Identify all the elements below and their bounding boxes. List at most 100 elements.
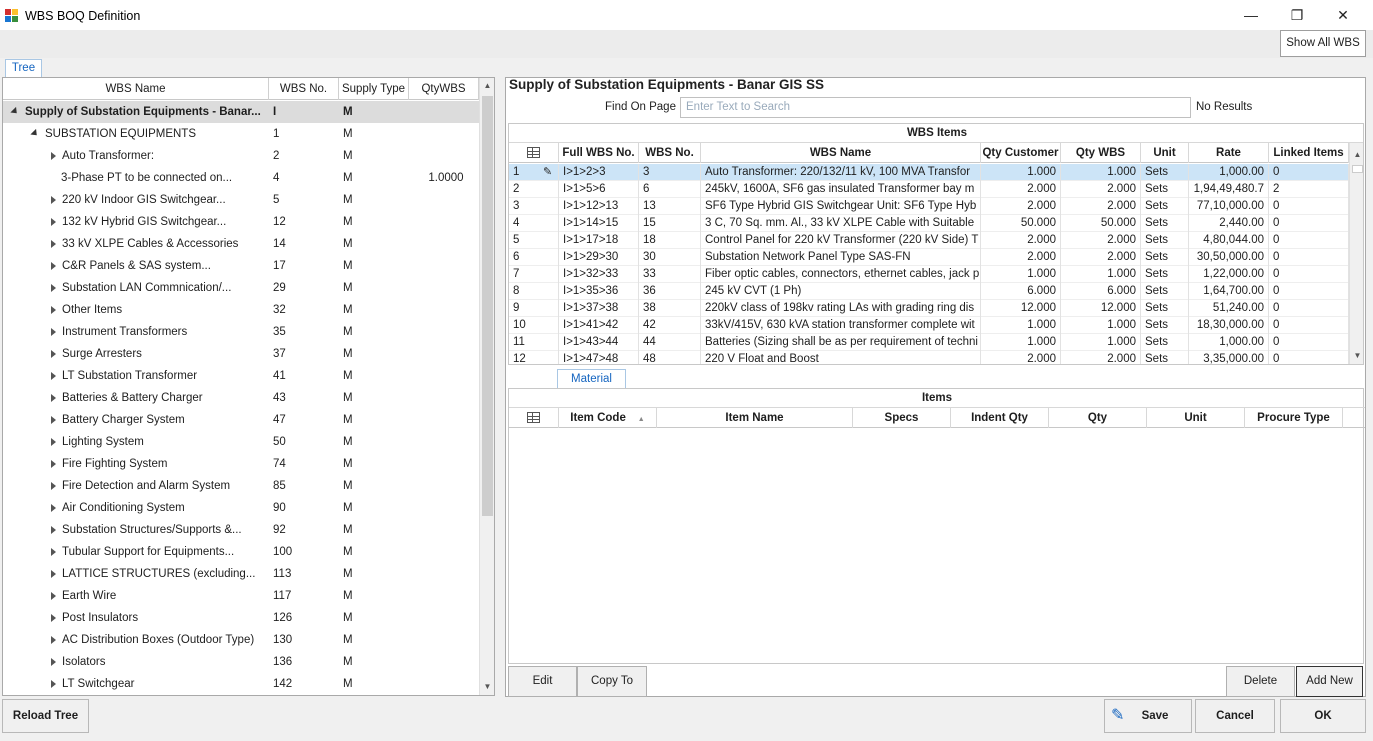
scroll-down-icon[interactable]: ▼ bbox=[1350, 348, 1363, 364]
tree-row[interactable]: Lighting System 50 M bbox=[3, 431, 479, 453]
col-indent-qty[interactable]: Indent Qty bbox=[951, 408, 1049, 428]
tree-row[interactable]: Surge Arresters 37 M bbox=[3, 343, 479, 365]
ok-button[interactable]: OK bbox=[1280, 699, 1366, 733]
column-chooser-icon[interactable] bbox=[509, 408, 559, 428]
col-unit[interactable]: Unit bbox=[1147, 408, 1245, 428]
scroll-up-icon[interactable]: ▲ bbox=[1350, 147, 1363, 163]
tree-row[interactable]: 220 kV Indoor GIS Switchgear... 5 M bbox=[3, 189, 479, 211]
scroll-down-icon[interactable]: ▼ bbox=[480, 679, 494, 695]
expand-icon[interactable] bbox=[51, 525, 56, 534]
tree-row[interactable]: Battery Charger System 47 M bbox=[3, 409, 479, 431]
col-qty-customer[interactable]: Qty Customer bbox=[981, 143, 1061, 163]
add-new-button[interactable]: Add New bbox=[1296, 666, 1363, 697]
col-item-code[interactable]: Item Code ▲ bbox=[559, 408, 657, 428]
expand-icon[interactable] bbox=[51, 349, 56, 358]
tree-row[interactable]: Fire Fighting System 74 M bbox=[3, 453, 479, 475]
expand-icon[interactable] bbox=[51, 195, 56, 204]
table-row[interactable]: 6 I>1>29>30 30 Substation Network Panel Typ… bbox=[509, 249, 1349, 266]
close-button[interactable]: ✕ bbox=[1320, 0, 1366, 30]
grid-scrollbar[interactable]: ▲ ▼ bbox=[1349, 143, 1363, 364]
tree-row[interactable]: Tubular Support for Equipments... 100 M bbox=[3, 541, 479, 563]
expand-icon[interactable] bbox=[51, 415, 56, 424]
search-input[interactable]: Enter Text to Search bbox=[680, 97, 1191, 118]
copy-to-button[interactable]: Copy To bbox=[577, 666, 647, 697]
col-procure-type[interactable]: Procure Type bbox=[1245, 408, 1343, 428]
reload-tree-button[interactable]: Reload Tree bbox=[2, 699, 89, 733]
expand-icon[interactable] bbox=[51, 305, 56, 314]
collapse-icon[interactable] bbox=[10, 107, 20, 117]
tree-row[interactable]: Supply of Substation Equipments - Banar.… bbox=[3, 101, 479, 123]
table-row[interactable]: 9 I>1>37>38 38 220kV class of 198kv rating … bbox=[509, 300, 1349, 317]
expand-icon[interactable] bbox=[51, 459, 56, 468]
expand-icon[interactable] bbox=[51, 151, 56, 160]
expand-icon[interactable] bbox=[51, 283, 56, 292]
col-unit[interactable]: Unit bbox=[1141, 143, 1189, 163]
tree-row[interactable]: LT Substation Transformer 41 M bbox=[3, 365, 479, 387]
table-row[interactable]: 3 I>1>12>13 13 SF6 Type Hybrid GIS Switchge… bbox=[509, 198, 1349, 215]
scroll-up-icon[interactable]: ▲ bbox=[480, 78, 494, 94]
cancel-button[interactable]: Cancel bbox=[1195, 699, 1275, 733]
expand-icon[interactable] bbox=[51, 503, 56, 512]
expand-icon[interactable] bbox=[51, 371, 56, 380]
collapse-icon[interactable] bbox=[30, 129, 40, 139]
tree-row[interactable]: Instrument Transformers 35 M bbox=[3, 321, 479, 343]
col-linked-items[interactable]: Linked Items bbox=[1269, 143, 1349, 163]
expand-icon[interactable] bbox=[51, 657, 56, 666]
col-wbs-name[interactable]: WBS Name bbox=[701, 143, 981, 163]
expand-icon[interactable] bbox=[51, 239, 56, 248]
tree-row[interactable]: 132 kV Hybrid GIS Switchgear... 12 M bbox=[3, 211, 479, 233]
col-qty-wbs[interactable]: QtyWBS bbox=[409, 78, 479, 100]
tree-row[interactable]: LT Switchgear 142 M bbox=[3, 673, 479, 695]
tree-row[interactable]: 33 kV XLPE Cables & Accessories 14 M bbox=[3, 233, 479, 255]
restore-button[interactable]: ❐ bbox=[1274, 0, 1320, 30]
expand-icon[interactable] bbox=[51, 613, 56, 622]
tree-row[interactable]: Substation Structures/Supports &... 92 M bbox=[3, 519, 479, 541]
scroll-thumb[interactable] bbox=[1352, 165, 1363, 173]
delete-button[interactable]: Delete bbox=[1226, 666, 1295, 697]
expand-icon[interactable] bbox=[51, 217, 56, 226]
expand-icon[interactable] bbox=[51, 393, 56, 402]
expand-icon[interactable] bbox=[51, 569, 56, 578]
tab-tree[interactable]: Tree bbox=[5, 59, 42, 77]
tree-row[interactable]: C&R Panels & SAS system... 17 M bbox=[3, 255, 479, 277]
expand-icon[interactable] bbox=[51, 679, 56, 688]
table-row[interactable]: 12 I>1>47>48 48 220 V Float and Boost 2.000 2… bbox=[509, 351, 1349, 364]
table-row[interactable]: 5 I>1>17>18 18 Control Panel for 220 kV Tra… bbox=[509, 232, 1349, 249]
tree-row[interactable]: Substation LAN Commnication/... 29 M bbox=[3, 277, 479, 299]
minimize-button[interactable]: — bbox=[1228, 0, 1274, 30]
show-all-wbs-button[interactable]: Show All WBS bbox=[1280, 30, 1366, 57]
table-row[interactable]: 11 I>1>43>44 44 Batteries (Sizing shall be … bbox=[509, 334, 1349, 351]
expand-icon[interactable] bbox=[51, 437, 56, 446]
col-item-name[interactable]: Item Name bbox=[657, 408, 853, 428]
save-button[interactable]: ✎ Save bbox=[1104, 699, 1192, 733]
tree-row[interactable]: Batteries & Battery Charger 43 M bbox=[3, 387, 479, 409]
tree-row[interactable]: Post Insulators 126 M bbox=[3, 607, 479, 629]
col-qty-wbs[interactable]: Qty WBS bbox=[1061, 143, 1141, 163]
tree-scrollbar[interactable]: ▲ ▼ bbox=[479, 78, 494, 695]
tree-row[interactable]: Earth Wire 117 M bbox=[3, 585, 479, 607]
expand-icon[interactable] bbox=[51, 591, 56, 600]
column-chooser-icon[interactable] bbox=[509, 143, 559, 163]
expand-icon[interactable] bbox=[51, 327, 56, 336]
col-specs[interactable]: Specs bbox=[853, 408, 951, 428]
tree-row[interactable]: AC Distribution Boxes (Outdoor Type) 130 M bbox=[3, 629, 479, 651]
tree-row[interactable]: Isolators 136 M bbox=[3, 651, 479, 673]
tab-material[interactable]: Material bbox=[557, 369, 626, 388]
col-wbs-no[interactable]: WBS No. bbox=[639, 143, 701, 163]
tree-row[interactable]: LATTICE STRUCTURES (excluding... 113 M bbox=[3, 563, 479, 585]
edit-button[interactable]: Edit bbox=[508, 666, 577, 697]
tree-row[interactable]: Auto Transformer: 2 M bbox=[3, 145, 479, 167]
col-rate[interactable]: Rate bbox=[1189, 143, 1269, 163]
col-wbs-name[interactable]: WBS Name bbox=[3, 78, 269, 100]
expand-icon[interactable] bbox=[51, 635, 56, 644]
tree-row[interactable]: SUBSTATION EQUIPMENTS 1 M bbox=[3, 123, 479, 145]
col-full-wbs-no[interactable]: Full WBS No. bbox=[559, 143, 639, 163]
tree-row[interactable]: Fire Detection and Alarm System 85 M bbox=[3, 475, 479, 497]
tree-row[interactable]: Other Items 32 M bbox=[3, 299, 479, 321]
table-row[interactable]: 8 I>1>35>36 36 245 kV CVT (1 Ph) 6.000 6.000 S… bbox=[509, 283, 1349, 300]
table-row[interactable]: 2 I>1>5>6 6 245kV, 1600A, SF6 gas insulated… bbox=[509, 181, 1349, 198]
tree-row[interactable]: Air Conditioning System 90 M bbox=[3, 497, 479, 519]
expand-icon[interactable] bbox=[51, 547, 56, 556]
col-qty[interactable]: Qty bbox=[1049, 408, 1147, 428]
expand-icon[interactable] bbox=[51, 481, 56, 490]
